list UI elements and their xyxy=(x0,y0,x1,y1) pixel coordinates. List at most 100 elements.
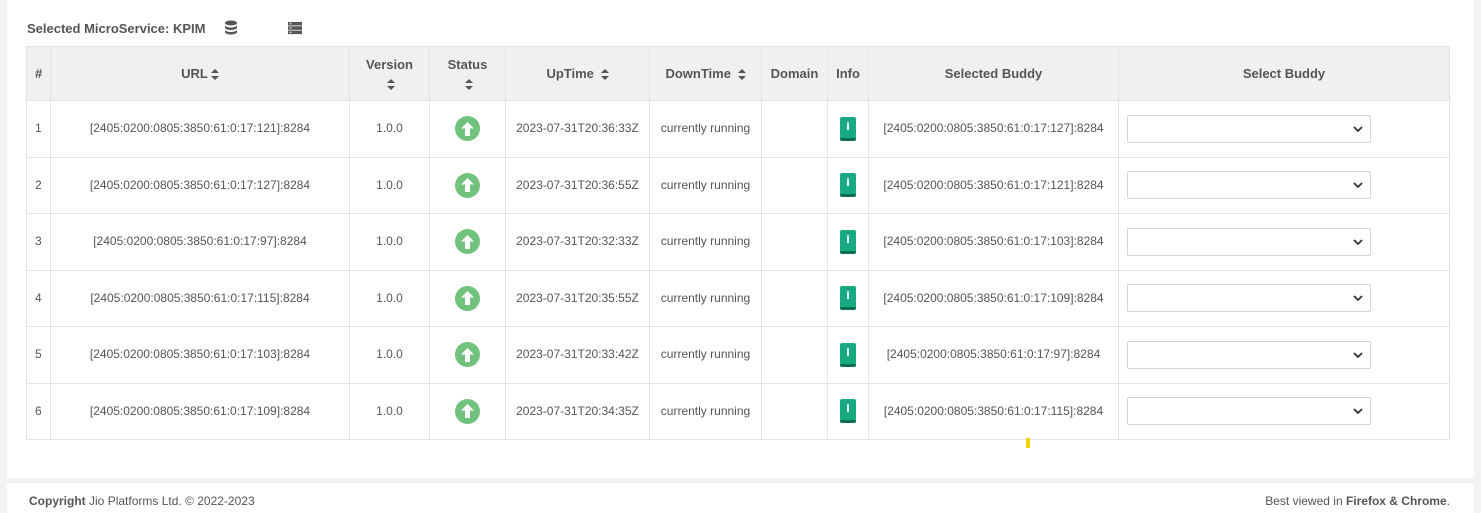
text-cursor-marker xyxy=(1026,438,1030,448)
row-version: 1.0.0 xyxy=(349,156,430,214)
col-version-header[interactable]: Version xyxy=(349,46,430,101)
row-version: 1.0.0 xyxy=(349,269,430,327)
server-icon[interactable] xyxy=(287,21,303,35)
row-domain xyxy=(761,100,828,158)
row-uptime: 2023-07-31T20:35:55Z xyxy=(505,269,650,327)
footer: Copyright Jio Platforms Ltd. © 2022-2023… xyxy=(7,482,1474,513)
row-uptime: 2023-07-31T20:33:42Z xyxy=(505,326,650,384)
row-version: 1.0.0 xyxy=(349,100,430,158)
col-downtime-header[interactable]: DownTime xyxy=(649,46,762,101)
info-button[interactable]: i xyxy=(840,229,856,254)
row-selected-buddy: [2405:0200:0805:3850:61:0:17:109]:8284 xyxy=(868,269,1119,327)
info-button[interactable]: i xyxy=(840,173,856,198)
col-downtime-label: DownTime xyxy=(665,66,731,81)
chevron-down-icon xyxy=(1353,408,1363,415)
sort-icon[interactable] xyxy=(600,69,609,81)
row-selected-buddy: [2405:0200:0805:3850:61:0:17:115]:8284 xyxy=(868,382,1119,440)
select-buddy-dropdown[interactable] xyxy=(1127,171,1371,200)
row-selected-buddy: [2405:0200:0805:3850:61:0:17:121]:8284 xyxy=(868,156,1119,214)
row-domain xyxy=(761,382,828,440)
select-buddy-dropdown[interactable] xyxy=(1127,114,1371,143)
row-info: i xyxy=(827,213,869,271)
info-button[interactable]: i xyxy=(840,399,856,424)
copyright-text: Jio Platforms Ltd. © 2022-2023 xyxy=(89,494,255,508)
row-info: i xyxy=(827,100,869,158)
row-downtime: currently running xyxy=(649,156,762,214)
status-up-icon xyxy=(455,342,480,367)
col-info-header: Info xyxy=(827,46,869,101)
selected-microservice-header: Selected MicroService: KPIM xyxy=(27,18,303,38)
row-index: 1 xyxy=(26,100,51,158)
sort-icon[interactable] xyxy=(210,69,219,81)
sort-icon[interactable] xyxy=(387,78,395,90)
col-index-label: # xyxy=(35,66,43,81)
chevron-down-icon xyxy=(1353,182,1363,189)
row-select-buddy xyxy=(1118,213,1450,271)
col-url-header[interactable]: URL xyxy=(50,46,350,101)
col-domain-header: Domain xyxy=(761,46,828,101)
row-version: 1.0.0 xyxy=(349,382,430,440)
col-url-label: URL xyxy=(181,66,208,81)
table-header-row: # URL Version Status UpTime DownTime Dom… xyxy=(26,46,1450,101)
select-buddy-dropdown[interactable] xyxy=(1127,340,1371,369)
status-up-icon xyxy=(455,285,480,311)
table-row: 2 [2405:0200:0805:3850:61:0:17:127]:8284 1… xyxy=(26,156,1450,214)
copyright-label: Copyright xyxy=(29,494,86,508)
row-index: 4 xyxy=(26,269,51,327)
row-url: [2405:0200:0805:3850:61:0:17:127]:8284 xyxy=(50,156,350,214)
col-status-header[interactable]: Status xyxy=(429,46,506,101)
info-button[interactable]: i xyxy=(840,342,856,367)
row-domain xyxy=(761,269,828,327)
info-button[interactable]: i xyxy=(840,116,856,141)
row-url: [2405:0200:0805:3850:61:0:17:115]:8284 xyxy=(50,269,350,327)
table-row: 3 [2405:0200:0805:3850:61:0:17:97]:8284 1.… xyxy=(26,213,1450,271)
col-domain-label: Domain xyxy=(770,66,819,81)
row-downtime: currently running xyxy=(649,382,762,440)
footer-copyright: Copyright Jio Platforms Ltd. © 2022-2023 xyxy=(29,494,255,508)
row-uptime: 2023-07-31T20:36:33Z xyxy=(505,100,650,158)
col-index-header: # xyxy=(26,46,51,101)
best-viewed-prefix: Best viewed in xyxy=(1265,494,1343,508)
col-uptime-header[interactable]: UpTime xyxy=(505,46,650,101)
select-buddy-dropdown[interactable] xyxy=(1127,227,1371,256)
row-downtime: currently running xyxy=(649,213,762,271)
col-select-buddy-header: Select Buddy xyxy=(1118,46,1450,101)
row-downtime: currently running xyxy=(649,100,762,158)
row-downtime: currently running xyxy=(649,326,762,384)
row-status xyxy=(429,213,506,271)
row-url: [2405:0200:0805:3850:61:0:17:97]:8284 xyxy=(50,213,350,271)
row-select-buddy xyxy=(1118,269,1450,327)
row-info: i xyxy=(827,156,869,214)
row-status xyxy=(429,100,506,158)
sort-icon[interactable] xyxy=(465,78,473,90)
row-uptime: 2023-07-31T20:32:33Z xyxy=(505,213,650,271)
col-selected-buddy-label: Selected Buddy xyxy=(944,66,1043,81)
chevron-down-icon xyxy=(1353,352,1363,359)
row-downtime: currently running xyxy=(649,269,762,327)
row-domain xyxy=(761,213,828,271)
row-selected-buddy: [2405:0200:0805:3850:61:0:17:97]:8284 xyxy=(868,326,1119,384)
row-info: i xyxy=(827,269,869,327)
chevron-down-icon xyxy=(1353,126,1363,133)
row-select-buddy xyxy=(1118,326,1450,384)
footer-best-viewed: Best viewed in Firefox & Chrome. xyxy=(1265,494,1450,508)
best-viewed-browsers: Firefox & Chrome xyxy=(1345,494,1447,508)
col-info-label: Info xyxy=(836,66,860,81)
row-index: 6 xyxy=(26,382,51,440)
col-uptime-label: UpTime xyxy=(546,66,594,81)
select-buddy-dropdown[interactable] xyxy=(1127,284,1371,313)
microservice-table: # URL Version Status UpTime DownTime Dom… xyxy=(26,46,1450,440)
info-button[interactable]: i xyxy=(840,286,856,311)
sort-icon[interactable] xyxy=(737,69,746,81)
row-uptime: 2023-07-31T20:36:55Z xyxy=(505,156,650,214)
row-url: [2405:0200:0805:3850:61:0:17:121]:8284 xyxy=(50,100,350,158)
table-row: 5 [2405:0200:0805:3850:61:0:17:103]:8284 1… xyxy=(26,326,1450,384)
table-row: 6 [2405:0200:0805:3850:61:0:17:109]:8284 1… xyxy=(26,382,1450,440)
row-info: i xyxy=(827,326,869,384)
table-row: 4 [2405:0200:0805:3850:61:0:17:115]:8284 1… xyxy=(26,269,1450,327)
row-selected-buddy: [2405:0200:0805:3850:61:0:17:127]:8284 xyxy=(868,100,1119,158)
row-status xyxy=(429,156,506,214)
row-status xyxy=(429,269,506,327)
select-buddy-dropdown[interactable] xyxy=(1127,397,1371,426)
database-icon[interactable] xyxy=(224,20,238,36)
